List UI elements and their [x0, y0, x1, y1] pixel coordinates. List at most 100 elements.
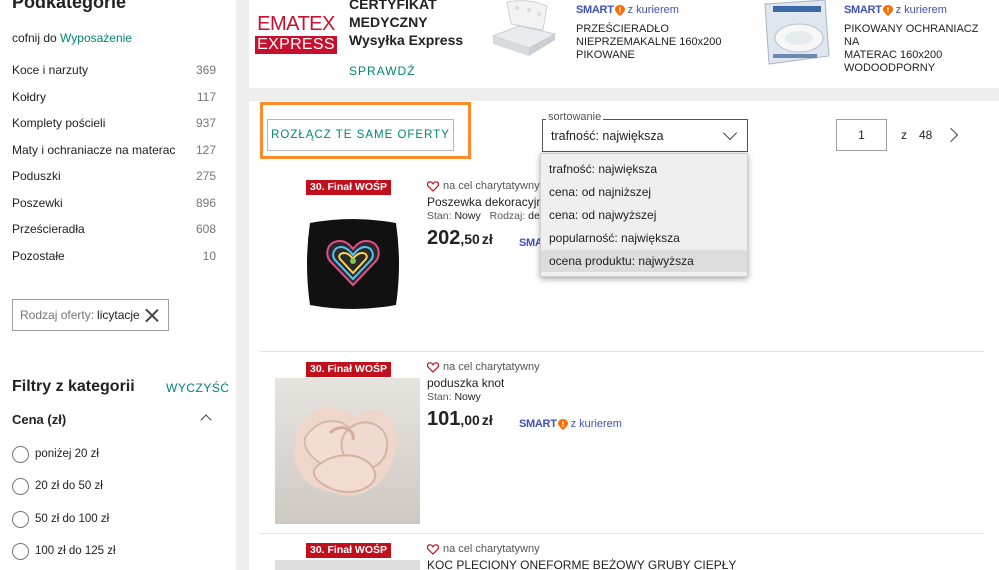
category-item[interactable]: Komplety pościeli 937	[12, 113, 216, 133]
back-link[interactable]: Wyposażenie	[60, 31, 132, 45]
price-option[interactable]: 100 zł do 125 zł	[12, 542, 116, 560]
charity-text: na cel charytatywny	[443, 180, 540, 192]
radio-icon[interactable]	[12, 542, 29, 560]
offer-type-filter-chip: Rodzaj oferty: licytacje	[12, 299, 169, 331]
chip-value: licytacje	[97, 308, 140, 322]
condition-label: Stan:	[427, 210, 452, 222]
category-label: Koce i narzuty	[12, 63, 89, 77]
price-currency: zł	[481, 412, 493, 428]
category-count: 896	[195, 196, 216, 210]
radio-icon[interactable]	[12, 477, 29, 495]
chevron-down-icon	[722, 125, 738, 141]
product-title[interactable]: Poszewka dekoracyjna	[427, 195, 543, 209]
condition-value: Nowy	[454, 210, 481, 222]
price-option[interactable]: 20 zł do 50 zł	[12, 477, 103, 495]
sort-option[interactable]: cena: od najniższej	[541, 181, 747, 203]
category-item[interactable]: Poszewki 896	[12, 193, 216, 213]
price-option-label: 20 zł do 50 zł	[35, 480, 103, 492]
divider	[260, 351, 984, 352]
close-icon[interactable]	[144, 306, 160, 324]
smart-pin-icon	[882, 4, 893, 16]
price-currency: zł	[481, 231, 493, 247]
product-title[interactable]: poduszka knot	[427, 376, 504, 390]
chip-key: Rodzaj oferty:	[20, 308, 95, 322]
price-cents: ,50	[460, 231, 480, 247]
price-filter-title[interactable]: Cena (zł)	[12, 412, 66, 427]
ematex-logo: EMATEX EXPRESS	[255, 14, 337, 56]
smart-tail: z kurierem	[570, 418, 622, 430]
smart-pin-icon	[557, 418, 568, 430]
sort-legend: sortowanie	[546, 111, 604, 123]
condition-value: Nowy	[454, 391, 481, 403]
category-count: 937	[195, 116, 216, 130]
logo-bottom-text: EXPRESS	[255, 36, 337, 54]
next-page-icon[interactable]	[943, 127, 959, 143]
mattress-cover-package-image[interactable]	[759, 0, 831, 66]
product-image[interactable]	[275, 378, 420, 524]
back-text: cofnij do	[12, 31, 57, 45]
sort-selected: trafność: największa	[551, 128, 664, 143]
charity-label: na cel charytatywny	[427, 543, 540, 555]
category-item[interactable]: Pozostałe 10	[12, 246, 216, 266]
promo-line: MATERAC 160x200	[844, 49, 943, 61]
promo-line: PIKOWANY OCHRANIACZ NA	[844, 23, 979, 48]
product-image[interactable]	[302, 213, 404, 315]
product-title[interactable]: KOC PLECIONY ONEFORME BEŻOWY GRUBY CIEPŁ…	[427, 558, 736, 570]
promo-line: WODOODPORNY	[844, 62, 936, 74]
category-item[interactable]: Prześcieradła 608	[12, 219, 216, 239]
category-item[interactable]: Poduszki 275	[12, 166, 216, 186]
mattress-protector-image[interactable]	[489, 0, 559, 58]
product-meta: Stan: Nowy Rodzaj: de	[427, 210, 540, 222]
price-main: 101	[427, 408, 461, 430]
sort-select[interactable]: trafność: największa	[542, 119, 748, 152]
price-option[interactable]: 50 zł do 100 zł	[12, 510, 109, 528]
charity-label: na cel charytatywny	[427, 361, 540, 373]
wosp-badge: 30. Finał WOŚP	[306, 543, 392, 558]
back-line: cofnij do Wyposażenie	[12, 31, 132, 45]
smart-delivery: SMART z kurierem	[844, 4, 947, 16]
heart-icon	[427, 180, 439, 192]
subcategories-title: Podkategorie	[12, 0, 127, 12]
radio-icon[interactable]	[12, 445, 29, 463]
product-price: 202,50 zł	[427, 227, 493, 250]
banner-headline: CERTYFIKAT MEDYCZNY Wysyłka Express	[349, 0, 469, 49]
sort-option[interactable]: ocena produktu: najwyższa	[541, 250, 747, 272]
category-label: Prześcieradła	[12, 222, 85, 236]
chevron-up-icon[interactable]	[200, 414, 212, 426]
category-label: Pozostałe	[12, 249, 65, 263]
wosp-badge: 30. Finał WOŚP	[306, 362, 392, 377]
page: Podkategorie cofnij do Wyposażenie Koce …	[0, 0, 999, 570]
charity-text: na cel charytatywny	[443, 361, 540, 373]
category-label: Maty i ochraniacze na materac	[12, 143, 176, 157]
sort-option[interactable]: trafność: największa	[541, 158, 747, 180]
promo-title[interactable]: PRZEŚCIERADŁO NIEPRZEMAKALNE 160x200 PIK…	[576, 23, 726, 62]
ad-banner[interactable]: EMATEX EXPRESS CERTYFIKAT MEDYCZNY Wysył…	[249, 0, 999, 88]
sort-option[interactable]: popularność: największa	[541, 227, 747, 249]
smart-delivery: SMART z kurierem	[519, 418, 622, 430]
promo-line: PIKOWANE	[576, 49, 635, 61]
category-item[interactable]: Maty i ochraniacze na materac 127	[12, 140, 216, 160]
disconnect-offers-button[interactable]: ROZŁĄCZ TE SAME OFERTY	[267, 119, 454, 151]
product-image[interactable]	[275, 560, 420, 570]
smart-label: SMART	[576, 4, 614, 16]
category-label: Poszewki	[12, 196, 63, 210]
heart-icon	[427, 543, 439, 555]
sort-option[interactable]: cena: od najwyższej	[541, 204, 747, 226]
page-of: z	[901, 128, 907, 142]
radio-icon[interactable]	[12, 510, 29, 528]
promo-line: PRZEŚCIERADŁO	[576, 23, 669, 35]
clear-filters-button[interactable]: WYCZYŚĆ	[166, 381, 230, 395]
price-option-label: 100 zł do 125 zł	[35, 545, 116, 557]
promo-title[interactable]: PIKOWANY OCHRANIACZ NA MATERAC 160x200 W…	[844, 23, 994, 75]
condition-label: Stan:	[427, 391, 452, 403]
product-price: 101,00 zł	[427, 408, 493, 431]
banner-cta-link[interactable]: SPRAWDŹ	[349, 64, 416, 78]
smart-tail: z kurierem	[627, 4, 679, 16]
price-option[interactable]: poniżej 20 zł	[12, 445, 99, 463]
category-item[interactable]: Kołdry 117	[12, 87, 216, 107]
smart-delivery: SMART z kurierem	[576, 4, 679, 16]
category-item[interactable]: Koce i narzuty 369	[12, 60, 216, 80]
wosp-badge: 30. Finał WOŚP	[306, 180, 392, 195]
page-input[interactable]	[836, 119, 887, 151]
category-label: Poduszki	[12, 169, 61, 183]
